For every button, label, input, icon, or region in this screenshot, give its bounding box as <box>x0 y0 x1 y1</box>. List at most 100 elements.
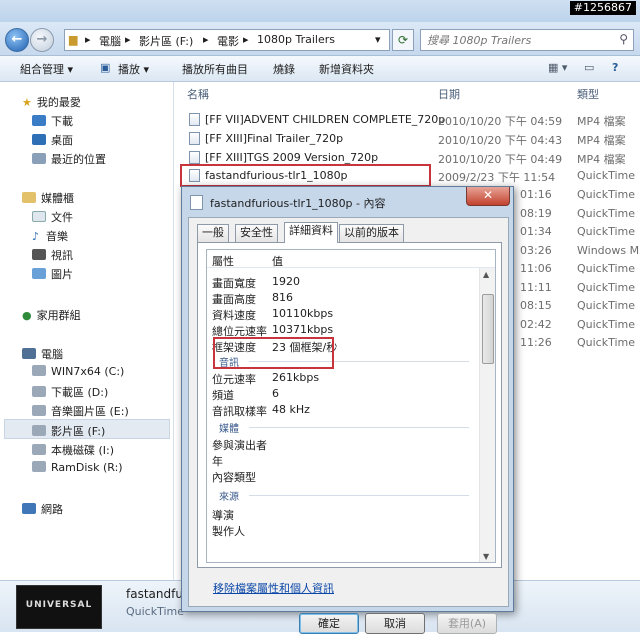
search-box[interactable]: ⚲ <box>420 29 634 51</box>
scroll-up-icon[interactable]: ▲ <box>483 270 489 279</box>
details-filename: fastandfu <box>126 587 183 601</box>
sidebar-homegroup[interactable]: ● 家用群組 <box>22 307 81 323</box>
play-all-button[interactable]: 播放所有曲目 <box>182 61 248 77</box>
sidebar-network[interactable]: 網路 <box>22 501 63 517</box>
sidebar-drive-c[interactable]: WIN7x64 (C:) <box>32 365 124 378</box>
column-header-property[interactable]: 屬性 <box>212 253 234 269</box>
sidebar-drive-f[interactable]: 影片區 (F:) <box>32 423 105 439</box>
file-type: QuickTime <box>577 262 636 275</box>
property-row[interactable]: 製作人 <box>207 522 477 538</box>
close-button[interactable]: ✕ <box>466 187 510 206</box>
property-key: 製作人 <box>212 525 245 538</box>
vertical-scrollbar[interactable]: ▲ ▼ <box>479 268 495 562</box>
sidebar-drive-i[interactable]: 本機磁碟 (I:) <box>32 442 114 458</box>
property-key: 畫面高度 <box>212 293 256 306</box>
property-row[interactable]: 音訊取樣率 48 kHz <box>207 402 477 418</box>
property-row[interactable]: 年 <box>207 452 477 468</box>
property-row[interactable]: 內容類型 <box>207 468 477 484</box>
help-icon[interactable]: ? <box>612 61 618 74</box>
property-row[interactable]: 位元速率 261kbps <box>207 370 477 386</box>
property-row[interactable]: 導演 <box>207 506 477 522</box>
property-value: 1920 <box>272 275 300 288</box>
column-header-date[interactable]: 日期 <box>438 86 460 102</box>
file-type: QuickTime <box>577 281 636 294</box>
sidebar-favorites[interactable]: ★ 我的最愛 <box>22 94 81 110</box>
property-key: 位元速率 <box>212 373 256 386</box>
file-date: 11:06 <box>520 262 552 275</box>
drive-icon <box>32 425 46 436</box>
dialog-title: fastandfurious-tlr1_1080p - 內容 <box>210 197 386 210</box>
computer-icon <box>22 348 36 359</box>
organize-button[interactable]: 組合管理 ▾ <box>20 61 73 77</box>
column-header-value[interactable]: 值 <box>272 253 283 269</box>
preview-pane-icon[interactable]: ▭ <box>584 61 594 74</box>
new-folder-button[interactable]: 新增資料夾 <box>319 61 374 77</box>
video-file-icon <box>189 132 200 145</box>
sidebar-item-recent[interactable]: 最近的位置 <box>32 151 106 167</box>
address-bar[interactable]: ▆ ▸ 電腦 ▸ 影片區 (F:) ▸ 電影 ▸ 1080p Trailers … <box>64 29 390 51</box>
sidebar-drive-d[interactable]: 下載區 (D:) <box>32 384 108 400</box>
view-options-icon[interactable]: ▦ ▾ <box>548 61 567 74</box>
sidebar-drive-r[interactable]: RamDisk (R:) <box>32 461 123 474</box>
property-value: 816 <box>272 291 293 304</box>
apply-button[interactable]: 套用(A) <box>437 613 497 634</box>
breadcrumb-drive[interactable]: 影片區 (F:) <box>139 33 193 49</box>
address-dropdown-icon[interactable]: ▾ <box>375 33 381 46</box>
scroll-down-icon[interactable]: ▼ <box>483 552 489 561</box>
file-date: 02:42 <box>520 318 552 331</box>
remove-properties-link[interactable]: 移除檔案屬性和個人資訊 <box>213 580 334 596</box>
property-list[interactable]: 屬性 值 畫面寬度 1920 畫面高度 816 資料速度 10110kbps 總位元速… <box>206 249 496 563</box>
scrollbar-thumb[interactable] <box>482 294 494 364</box>
sidebar-libraries[interactable]: 媒體櫃 <box>22 190 74 206</box>
search-input[interactable] <box>427 30 612 50</box>
tab-details[interactable]: 詳細資料 <box>284 222 338 243</box>
cancel-button[interactable]: 取消 <box>365 613 425 634</box>
sidebar-item-videos[interactable]: 視訊 <box>32 247 73 263</box>
sidebar-label: 家用群組 <box>36 309 81 322</box>
tab-general[interactable]: 一般 <box>197 224 229 242</box>
file-type: MP4 檔案 <box>577 153 626 166</box>
sidebar-item-downloads[interactable]: 下載 <box>32 113 73 129</box>
property-row[interactable]: 畫面高度 816 <box>207 290 477 306</box>
tab-previous-versions[interactable]: 以前的版本 <box>339 224 404 242</box>
sidebar-computer[interactable]: 電腦 <box>22 346 63 362</box>
dialog-body: 一般 安全性 詳細資料 以前的版本 屬性 值 畫面寬度 1920 畫面高度 816 … <box>188 217 509 634</box>
sidebar-item-music[interactable]: ♪ 音樂 <box>32 228 68 244</box>
column-header-type[interactable]: 類型 <box>577 86 599 102</box>
file-type: QuickTime <box>577 299 636 312</box>
file-type: QuickTime <box>577 225 636 238</box>
file-date: 2010/10/20 下午 04:49 <box>438 153 563 166</box>
sidebar-label: 音樂圖片區 (E:) <box>51 405 129 418</box>
tab-security[interactable]: 安全性 <box>235 224 278 242</box>
column-header-name[interactable]: 名稱 <box>187 86 209 102</box>
breadcrumb-sep-icon: ▸ <box>85 33 91 46</box>
forward-button[interactable]: → <box>30 28 54 52</box>
file-type: MP4 檔案 <box>577 134 626 147</box>
breadcrumb-trailers[interactable]: 1080p Trailers <box>257 33 335 46</box>
ok-button[interactable]: 確定 <box>299 613 359 634</box>
refresh-button[interactable]: ⟳ <box>392 29 414 51</box>
property-key: 導演 <box>212 509 234 522</box>
property-key: 年 <box>212 455 223 468</box>
music-note-icon: ♪ <box>32 230 40 243</box>
property-row[interactable]: 參與演出者 <box>207 436 477 452</box>
property-row[interactable]: 資料速度 10110kbps <box>207 306 477 322</box>
back-button[interactable]: ← <box>5 28 29 52</box>
sidebar-item-pictures[interactable]: 圖片 <box>32 266 73 282</box>
property-value: 261kbps <box>272 371 320 384</box>
breadcrumb-movies[interactable]: 電影 <box>217 33 239 49</box>
sidebar-label: RamDisk (R:) <box>51 461 123 474</box>
property-row[interactable]: 畫面寬度 1920 <box>207 274 477 290</box>
file-date: 11:11 <box>520 281 552 294</box>
property-row[interactable]: 總位元速率 10371kbps <box>207 322 477 338</box>
sidebar-item-desktop[interactable]: 桌面 <box>32 132 73 148</box>
burn-button[interactable]: 燒錄 <box>273 61 295 77</box>
breadcrumb-computer[interactable]: 電腦 <box>99 33 121 49</box>
play-button[interactable]: 播放 ▾ <box>118 61 149 77</box>
documents-icon <box>32 211 46 222</box>
sidebar-item-documents[interactable]: 文件 <box>32 209 73 225</box>
sidebar-label: 我的最愛 <box>36 96 81 109</box>
sidebar-drive-e[interactable]: 音樂圖片區 (E:) <box>32 403 129 419</box>
property-row[interactable]: 頻道 6 <box>207 386 477 402</box>
video-thumbnail: UNIVERSAL <box>16 585 102 629</box>
